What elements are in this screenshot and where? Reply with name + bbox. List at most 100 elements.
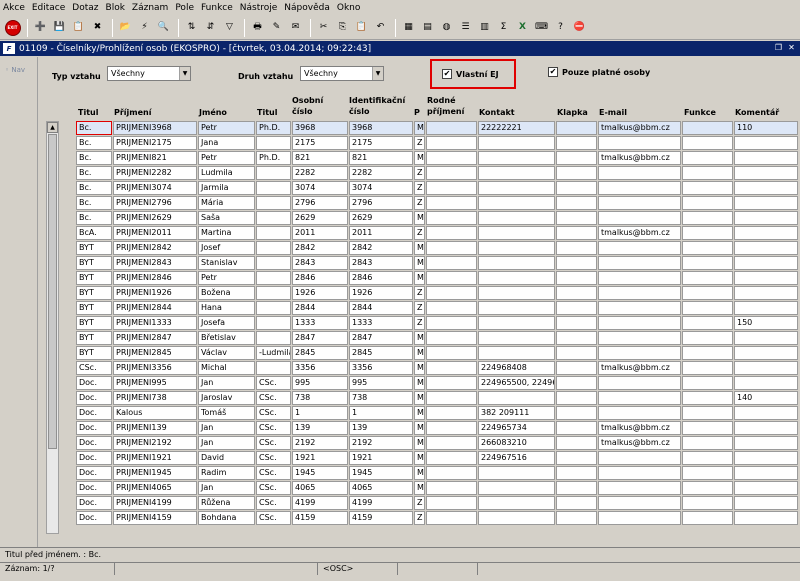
cell-rodne-prijmeni[interactable] [426, 391, 477, 405]
cell-osobni-cislo[interactable]: 2847 [292, 331, 348, 345]
cell-identifikacni-cislo[interactable]: 4199 [349, 496, 413, 510]
table-row[interactable]: Doc. PRIJMENI738 Jaroslav CSc. 738 738 M 140 [76, 391, 800, 406]
cell-klapka[interactable] [556, 316, 597, 330]
cell-osobni-cislo[interactable]: 2845 [292, 346, 348, 360]
cell-komentar[interactable] [734, 406, 798, 420]
cell-klapka[interactable] [556, 361, 597, 375]
cell-komentar[interactable]: 150 [734, 316, 798, 330]
cell-email[interactable] [598, 286, 681, 300]
cell-rodne-prijmeni[interactable] [426, 136, 477, 150]
cell-pohlavi[interactable]: Z [414, 196, 425, 210]
cell-funkce[interactable] [682, 451, 733, 465]
calculator-button[interactable]: ▦ [400, 19, 417, 36]
cell-rodne-prijmeni[interactable] [426, 211, 477, 225]
cell-titul-za[interactable]: CSc. [256, 406, 291, 420]
keyboard-button[interactable]: ⌨ [533, 19, 550, 36]
cell-email[interactable] [598, 481, 681, 495]
pouze-platne-checkbox[interactable]: ✔ Pouze platné osoby [548, 67, 650, 77]
cell-email[interactable] [598, 301, 681, 315]
cell-identifikacni-cislo[interactable]: 995 [349, 376, 413, 390]
table-row[interactable]: Bc. PRIJMENI2282 Ludmila 2282 2282 Z [76, 166, 800, 181]
cell-jmeno[interactable]: David [198, 451, 255, 465]
cell-titul-za[interactable] [256, 241, 291, 255]
cell-identifikacni-cislo[interactable]: 2845 [349, 346, 413, 360]
cell-email[interactable] [598, 241, 681, 255]
cell-prijmeni[interactable]: Kalous [113, 406, 197, 420]
cell-komentar[interactable] [734, 481, 798, 495]
cell-funkce[interactable] [682, 271, 733, 285]
cell-kontakt[interactable] [478, 151, 555, 165]
cell-funkce[interactable] [682, 211, 733, 225]
cell-titul-za[interactable]: CSc. [256, 376, 291, 390]
cell-jmeno[interactable]: Božena [198, 286, 255, 300]
cell-jmeno[interactable]: Petr [198, 121, 255, 135]
cell-rodne-prijmeni[interactable] [426, 481, 477, 495]
execute-query-button[interactable]: ⚡ [136, 19, 153, 36]
cell-jmeno[interactable]: Hana [198, 301, 255, 315]
cell-identifikacni-cislo[interactable]: 2846 [349, 271, 413, 285]
cell-pohlavi[interactable]: M [414, 241, 425, 255]
cell-komentar[interactable] [734, 181, 798, 195]
cell-titul-za[interactable] [256, 331, 291, 345]
cell-titul[interactable]: Bc. [76, 196, 112, 210]
cell-rodne-prijmeni[interactable] [426, 331, 477, 345]
cell-osobni-cislo[interactable]: 2629 [292, 211, 348, 225]
nav-label[interactable]: ◦ Nav [5, 66, 25, 74]
cell-klapka[interactable] [556, 421, 597, 435]
checkbox-checked[interactable]: ✔ [548, 67, 558, 77]
cell-komentar[interactable] [734, 421, 798, 435]
cell-funkce[interactable] [682, 121, 733, 135]
cell-email[interactable] [598, 331, 681, 345]
cell-titul-za[interactable] [256, 136, 291, 150]
cell-funkce[interactable] [682, 436, 733, 450]
chart-button[interactable]: ▤ [419, 19, 436, 36]
menu-item[interactable]: Blok [106, 3, 125, 13]
cell-funkce[interactable] [682, 466, 733, 480]
table-row[interactable]: BYT PRIJMENI1333 Josefa 1333 1333 Z 150 [76, 316, 800, 331]
cell-kontakt[interactable] [478, 271, 555, 285]
cell-pohlavi[interactable]: M [414, 481, 425, 495]
cell-identifikacni-cislo[interactable]: 2192 [349, 436, 413, 450]
undo-button[interactable]: ↶ [372, 19, 389, 36]
cell-jmeno[interactable]: Jan [198, 481, 255, 495]
cell-komentar[interactable] [734, 301, 798, 315]
delete-record-button[interactable]: ✖ [89, 19, 106, 36]
cell-klapka[interactable] [556, 331, 597, 345]
cell-prijmeni[interactable]: PRIJMENI1926 [113, 286, 197, 300]
cell-komentar[interactable] [734, 376, 798, 390]
table-row[interactable]: BYT PRIJMENI2842 Josef 2842 2842 M [76, 241, 800, 256]
cell-pohlavi[interactable]: Z [414, 511, 425, 525]
table-row[interactable]: Doc. PRIJMENI4159 Bohdana CSc. 4159 4159 Z [76, 511, 800, 526]
cell-klapka[interactable] [556, 271, 597, 285]
cell-komentar[interactable] [734, 226, 798, 240]
cell-email[interactable] [598, 406, 681, 420]
cell-jmeno[interactable]: Stanislav [198, 256, 255, 270]
sort-desc-button[interactable]: ⇵ [202, 19, 219, 36]
table-row[interactable]: Doc. PRIJMENI4065 Jan CSc. 4065 4065 M [76, 481, 800, 496]
cell-email[interactable]: tmalkus@bbm.cz [598, 436, 681, 450]
cell-titul[interactable]: BYT [76, 301, 112, 315]
cell-komentar[interactable] [734, 151, 798, 165]
cell-jmeno[interactable]: Petr [198, 271, 255, 285]
cell-rodne-prijmeni[interactable] [426, 316, 477, 330]
cell-pohlavi[interactable]: Z [414, 286, 425, 300]
cell-osobni-cislo[interactable]: 1926 [292, 286, 348, 300]
stop-button[interactable]: ⛔ [571, 19, 588, 36]
cell-pohlavi[interactable]: Z [414, 496, 425, 510]
cell-titul[interactable]: Doc. [76, 511, 112, 525]
cell-prijmeni[interactable]: PRIJMENI2796 [113, 196, 197, 210]
cell-kontakt[interactable]: 224968408 [478, 361, 555, 375]
cell-identifikacni-cislo[interactable]: 2629 [349, 211, 413, 225]
cell-titul-za[interactable] [256, 181, 291, 195]
cell-jmeno[interactable]: Radim [198, 466, 255, 480]
cell-jmeno[interactable]: Tomáš [198, 406, 255, 420]
cell-identifikacni-cislo[interactable]: 2847 [349, 331, 413, 345]
menu-item[interactable]: Nástroje [240, 3, 278, 13]
cell-kontakt[interactable]: 224965500, 224965 [478, 376, 555, 390]
scroll-thumb[interactable] [48, 134, 57, 449]
cell-klapka[interactable] [556, 166, 597, 180]
cell-prijmeni[interactable]: PRIJMENI1921 [113, 451, 197, 465]
cell-titul[interactable]: Bc. [76, 136, 112, 150]
cell-funkce[interactable] [682, 181, 733, 195]
cell-osobni-cislo[interactable]: 139 [292, 421, 348, 435]
